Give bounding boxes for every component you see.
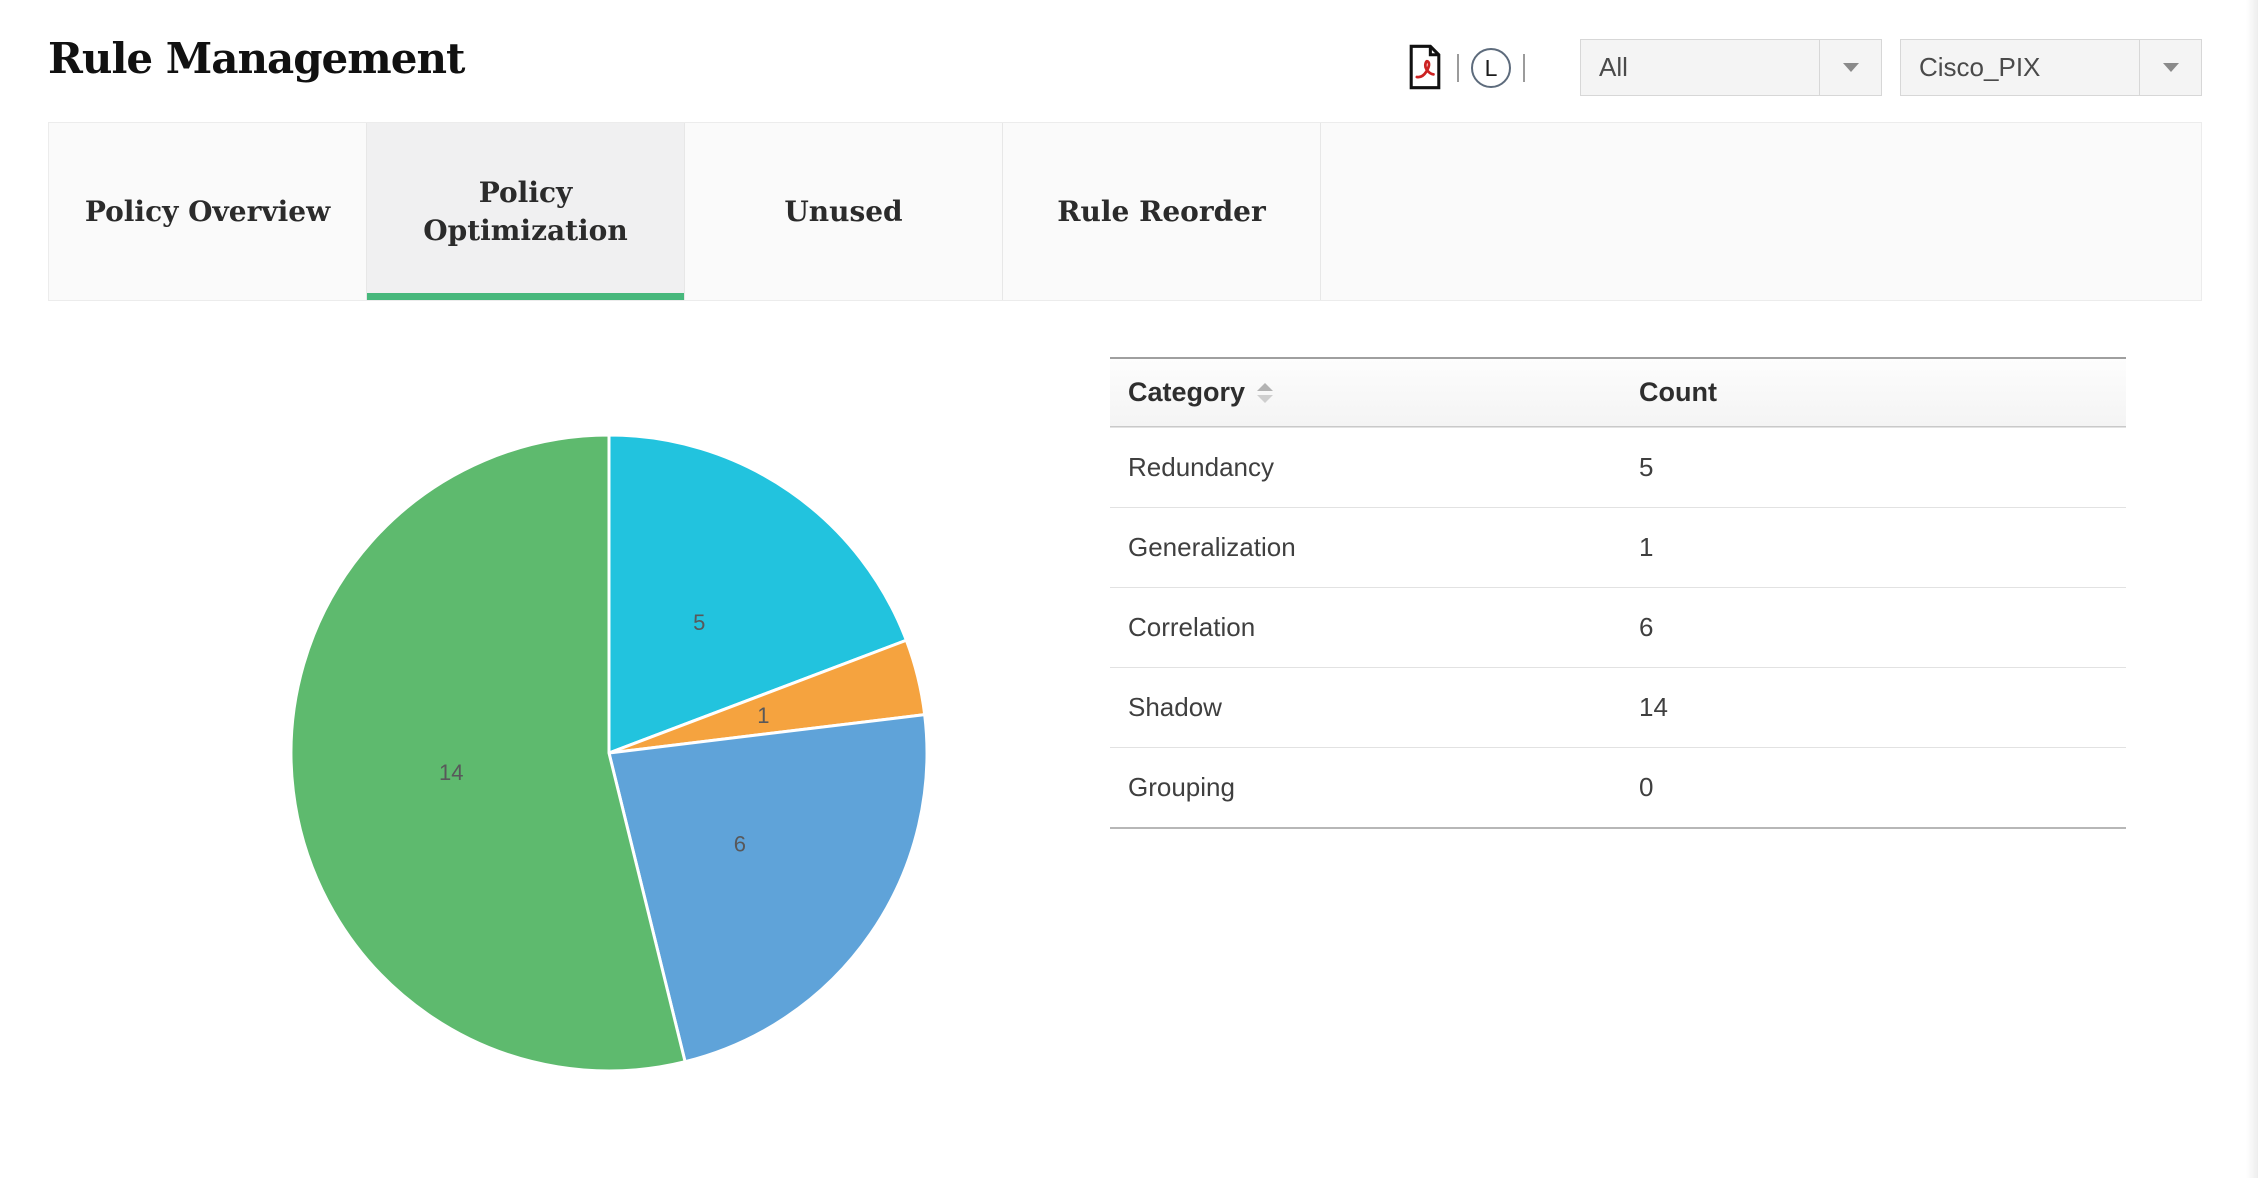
pie-data-label: 5 bbox=[693, 610, 705, 635]
page-title: Rule Management bbox=[48, 34, 464, 83]
count-cell: 14 bbox=[1639, 692, 1668, 722]
schedule-report-button[interactable]: L bbox=[1471, 48, 1511, 88]
table-row: Redundancy 5 bbox=[1110, 427, 2126, 507]
tab-strip: Policy Overview Policy Optimization Unus… bbox=[48, 122, 2202, 301]
table-row: Correlation 6 bbox=[1110, 587, 2126, 667]
chevron-down-icon bbox=[2163, 63, 2179, 72]
count-cell: 6 bbox=[1639, 612, 1653, 642]
count-cell: 0 bbox=[1639, 772, 1653, 802]
count-cell: 1 bbox=[1639, 532, 1653, 562]
column-header-category[interactable]: Category bbox=[1110, 377, 1639, 408]
pie-data-label: 14 bbox=[439, 760, 463, 785]
pdf-icon bbox=[1406, 44, 1444, 93]
device-filter-dropdown[interactable]: Cisco_PIX bbox=[1900, 39, 2202, 96]
severity-filter-dropdown[interactable]: All bbox=[1580, 39, 1882, 96]
tab-unused[interactable]: Unused bbox=[685, 123, 1003, 300]
dropdown-arrow-box[interactable] bbox=[1819, 40, 1881, 95]
vertical-scrollbar[interactable] bbox=[2246, 0, 2258, 1178]
severity-filter-value: All bbox=[1581, 40, 1819, 95]
tab-strip-filler bbox=[1321, 123, 2201, 300]
table-header-row: Category Count bbox=[1110, 359, 2126, 427]
sort-icon bbox=[1257, 383, 1273, 403]
export-toolbar: L bbox=[1405, 38, 1537, 98]
device-filter-value: Cisco_PIX bbox=[1901, 40, 2139, 95]
policy-optimization-pie-chart: 5 1 6 14 bbox=[289, 433, 929, 1073]
pdf-export-button[interactable] bbox=[1405, 44, 1445, 92]
clock-l-icon: L bbox=[1485, 57, 1498, 80]
category-cell: Shadow bbox=[1128, 692, 1222, 723]
toolbar-divider bbox=[1457, 54, 1459, 82]
pie-data-label: 6 bbox=[734, 831, 746, 856]
chevron-down-icon bbox=[1843, 63, 1859, 72]
category-count-table: Category Count Redundancy 5 Generalizati… bbox=[1110, 357, 2126, 829]
category-cell: Redundancy bbox=[1128, 452, 1274, 483]
pie-data-label: 1 bbox=[757, 703, 769, 728]
tab-policy-optimization[interactable]: Policy Optimization bbox=[367, 123, 685, 300]
category-cell: Grouping bbox=[1128, 772, 1235, 803]
category-cell: Correlation bbox=[1128, 612, 1255, 643]
table-row: Grouping 0 bbox=[1110, 747, 2126, 827]
tab-rule-reorder[interactable]: Rule Reorder bbox=[1003, 123, 1321, 300]
category-cell: Generalization bbox=[1128, 532, 1296, 563]
table-row: Shadow 14 bbox=[1110, 667, 2126, 747]
pie-svg: 5 1 6 14 bbox=[289, 433, 929, 1073]
count-cell: 5 bbox=[1639, 452, 1653, 482]
column-header-count[interactable]: Count bbox=[1639, 377, 2126, 408]
rule-management-screen: Rule Management L All Cisco_PIX bbox=[0, 0, 2258, 1178]
toolbar-divider bbox=[1523, 54, 1525, 82]
tab-policy-overview[interactable]: Policy Overview bbox=[49, 123, 367, 300]
table-row: Generalization 1 bbox=[1110, 507, 2126, 587]
dropdown-arrow-box[interactable] bbox=[2139, 40, 2201, 95]
